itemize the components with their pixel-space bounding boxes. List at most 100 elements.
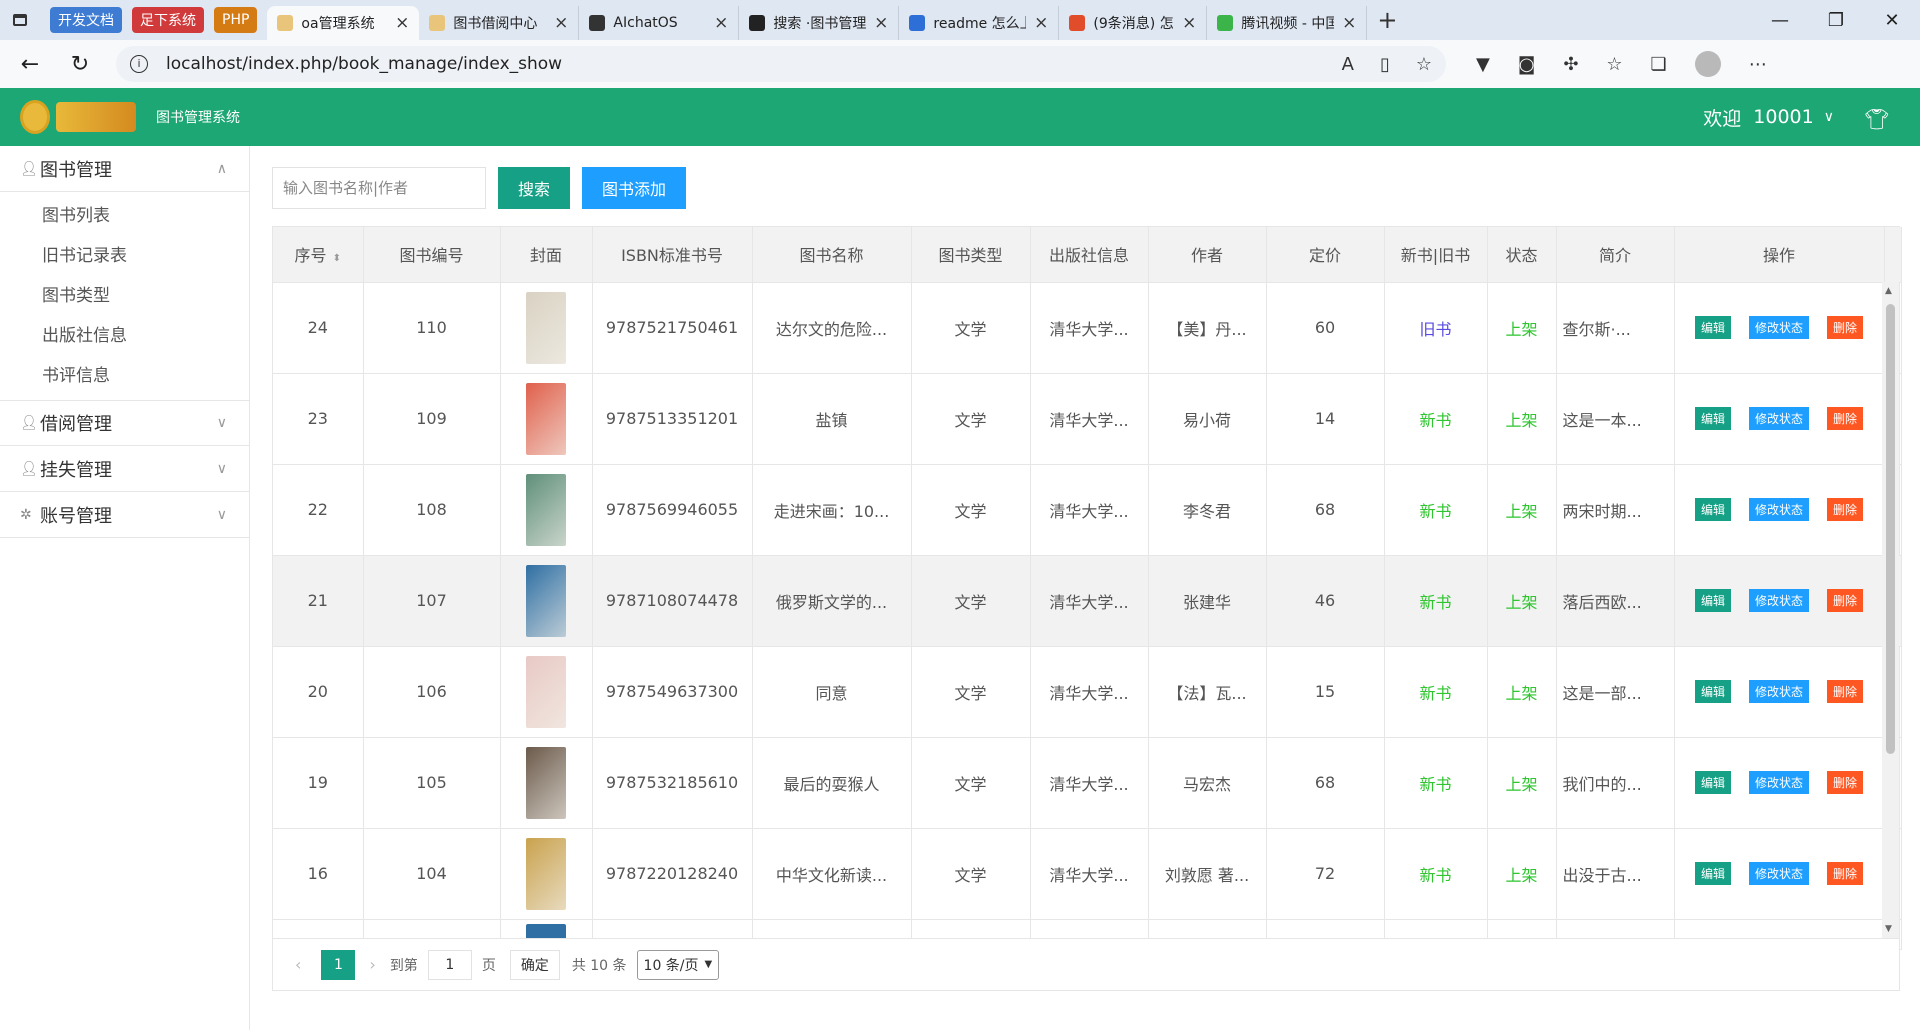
edit-button[interactable]: 编辑	[1694, 589, 1731, 612]
more-icon[interactable]: ⋯	[1749, 54, 1767, 75]
edit-button[interactable]: 编辑	[1694, 771, 1731, 794]
scroll-up-icon[interactable]: ▲	[1885, 286, 1892, 296]
extension-v-icon[interactable]: ▼	[1476, 54, 1490, 75]
delete-button[interactable]: 删除	[1827, 680, 1864, 703]
page-size-select[interactable]: 10 条/页 ▼	[636, 949, 720, 980]
sort-icon[interactable]: ⬍	[333, 253, 341, 264]
sidebar-item-reviews[interactable]: 书评信息	[0, 356, 249, 396]
author: 李冬君	[1148, 464, 1267, 556]
book-status: 上架	[1487, 373, 1557, 465]
collections-icon[interactable]: ❏	[1651, 54, 1667, 75]
bookmark-1[interactable]: 足下系统	[132, 7, 204, 33]
favorites-icon[interactable]: ☆	[1606, 54, 1622, 75]
edit-button[interactable]: 编辑	[1694, 862, 1731, 885]
sidebar-group-book-manage[interactable]: 👤︎ 图书管理 ∧	[0, 146, 249, 192]
browser-tab[interactable]: 腾讯视频 - 中国领×	[1207, 6, 1368, 40]
next-page-icon[interactable]: ›	[369, 955, 375, 974]
sidebar-group-account[interactable]: ✲ 账号管理 ∨	[0, 492, 249, 538]
book-intro: 查尔斯·...	[1556, 282, 1675, 374]
column-header[interactable]: 序号 ⬍	[273, 227, 364, 283]
maximize-button[interactable]: ❐	[1808, 10, 1864, 31]
change-status-button[interactable]: 修改状态	[1748, 589, 1809, 612]
bookmark-2[interactable]: PHP	[214, 7, 258, 33]
tab-actions-icon[interactable]	[0, 0, 40, 40]
column-header-label: 状态	[1505, 246, 1538, 266]
change-status-button[interactable]: 修改状态	[1748, 316, 1809, 339]
new-tab-button[interactable]: +	[1367, 6, 1407, 34]
url-actions: A ▯ ☆	[1342, 54, 1432, 75]
close-tab-icon[interactable]: ×	[546, 13, 568, 33]
edit-button[interactable]: 编辑	[1694, 498, 1731, 521]
avatar[interactable]	[1694, 51, 1721, 77]
table-row[interactable]: 20 106 9787549637300 同意 文学 清华大学... 【法】瓦... 15 新书…	[273, 646, 1902, 738]
close-tab-icon[interactable]: ×	[1026, 13, 1048, 33]
extension-icon[interactable]: ◙	[1518, 54, 1535, 75]
book-type: 文学	[911, 828, 1031, 920]
close-tab-icon[interactable]: ×	[706, 13, 728, 33]
browser-tab[interactable]: 图书借阅中心 ×	[419, 6, 580, 40]
delete-button[interactable]: 删除	[1827, 862, 1864, 885]
change-status-button[interactable]: 修改状态	[1748, 771, 1809, 794]
edit-button[interactable]: 编辑	[1694, 407, 1731, 430]
sidebar-item-publishers[interactable]: 出版社信息	[0, 316, 249, 356]
browser-tab[interactable]: (9条消息) 怎么给×	[1059, 6, 1208, 40]
theme-shirt-icon[interactable]: 👕︎	[1864, 107, 1889, 131]
goto-confirm-button[interactable]: 确定	[509, 949, 560, 980]
puzzle-icon[interactable]: ✣	[1563, 54, 1578, 75]
close-window-button[interactable]: ✕	[1864, 10, 1920, 31]
sidebar-group-loss[interactable]: 👤︎ 挂失管理 ∨	[0, 446, 249, 492]
minimize-button[interactable]: —	[1752, 10, 1808, 31]
column-header: 出版社信息	[1030, 227, 1149, 283]
browser-tab[interactable]: 搜索 ·图书管理系×	[739, 6, 900, 40]
read-aloud-icon[interactable]: A	[1342, 54, 1354, 75]
sidebar-item-book-list[interactable]: 图书列表	[0, 196, 249, 236]
table-row[interactable]: 19 105 9787532185610 最后的耍猴人 文学 清华大学... 马宏杰 68 新书…	[273, 737, 1902, 829]
split-screen-icon[interactable]: ▯	[1380, 54, 1390, 75]
tab-favicon-icon	[909, 15, 926, 31]
edit-button[interactable]: 编辑	[1694, 316, 1731, 339]
delete-button[interactable]: 删除	[1827, 589, 1864, 612]
table-row[interactable]: 24 110 9787521750461 达尔文的危险... 文学 清华大学... 【美】丹…	[273, 282, 1902, 374]
browser-tab[interactable]: oa管理系统 ×	[267, 6, 420, 40]
close-tab-icon[interactable]: ×	[1174, 13, 1196, 33]
add-book-button[interactable]: 图书添加	[582, 167, 687, 209]
delete-button[interactable]: 删除	[1827, 498, 1864, 521]
close-tab-icon[interactable]: ×	[387, 13, 409, 33]
change-status-button[interactable]: 修改状态	[1748, 498, 1809, 521]
delete-button[interactable]: 删除	[1827, 771, 1864, 794]
table-row[interactable]: 21 107 9787108074478 俄罗斯文学的... 文学 清华大学... 张建华 4…	[273, 555, 1902, 647]
change-status-button[interactable]: 修改状态	[1748, 862, 1809, 885]
table-row[interactable]: 23 109 9787513351201 盐镇 文学 清华大学... 易小荷 14 新书 上架 这是…	[273, 373, 1902, 465]
sidebar-item-old-books[interactable]: 旧书记录表	[0, 236, 249, 276]
goto-page-input[interactable]: 1	[427, 949, 472, 980]
search-input[interactable]	[272, 167, 486, 209]
scroll-thumb[interactable]	[1886, 304, 1895, 754]
change-status-button[interactable]: 修改状态	[1748, 407, 1809, 430]
row-actions: 编辑 修改状态 删除	[1674, 828, 1885, 920]
change-status-button[interactable]: 修改状态	[1748, 680, 1809, 703]
bookmark-0[interactable]: 开发文档	[50, 7, 122, 33]
user-menu[interactable]: 欢迎 10001 ∨	[1703, 104, 1834, 131]
favorite-add-icon[interactable]: ☆	[1416, 54, 1432, 75]
prev-page-icon[interactable]: ‹	[295, 955, 301, 974]
close-tab-icon[interactable]: ×	[866, 13, 888, 33]
table-row[interactable]: 16 104 9787220128240 中华文化新读... 文学 清华大学... 刘敦愿 …	[273, 828, 1902, 920]
delete-button[interactable]: 删除	[1827, 316, 1864, 339]
sidebar-group-borrow[interactable]: 👤︎ 借阅管理 ∨	[0, 400, 249, 446]
scroll-down-icon[interactable]: ▼	[1885, 924, 1892, 934]
browser-tab[interactable]: readme 怎么上传×	[899, 6, 1060, 40]
close-tab-icon[interactable]: ×	[1334, 13, 1356, 33]
current-page-button[interactable]: 1	[321, 949, 356, 980]
book-age: 新书	[1384, 737, 1488, 829]
table-row[interactable]: 22 108 9787569946055 走进宋画：10... 文学 清华大学... 李冬君…	[273, 464, 1902, 556]
table-scrollbar[interactable]: ▲ ▼	[1882, 282, 1899, 938]
edit-button[interactable]: 编辑	[1694, 680, 1731, 703]
site-info-icon[interactable]: i	[130, 55, 148, 73]
delete-button[interactable]: 删除	[1827, 407, 1864, 430]
browser-tab[interactable]: AIchatOS ×	[579, 6, 740, 40]
refresh-button[interactable]: ↻	[60, 44, 100, 84]
sidebar-item-book-types[interactable]: 图书类型	[0, 276, 249, 316]
search-button[interactable]: 搜索	[498, 167, 571, 209]
back-button[interactable]: ←	[10, 44, 50, 84]
url-field[interactable]: i localhost/index.php/book_manage/index_…	[116, 46, 1446, 82]
